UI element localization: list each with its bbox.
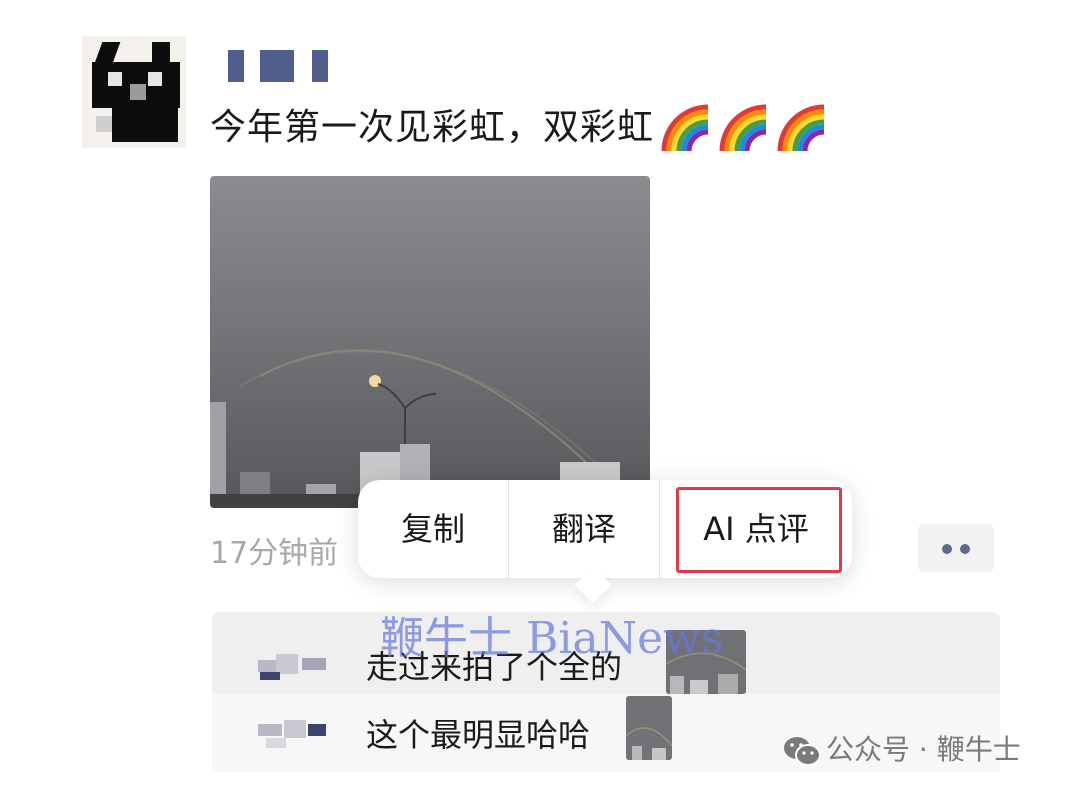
username[interactable] [228,50,328,82]
more-actions-button[interactable] [918,524,994,572]
rainbow-emoji-icon [776,103,828,155]
highlight-box [676,487,842,573]
commenter-avatar[interactable] [258,654,330,682]
post-photo[interactable] [210,176,650,508]
commenter-avatar[interactable] [258,720,330,748]
wechat-icon [784,737,821,766]
copy-menu-item[interactable]: 复制 [358,480,508,578]
dot-icon [960,544,970,554]
post-time: 17分钟前 [210,536,339,571]
rainbow-emoji-icon [718,103,770,155]
footer-source: 公众号 · 鞭牛士 [782,728,1021,768]
rainbow-emoji-icon [660,103,712,155]
post-text-content: 今年第一次见彩虹，双彩虹 [210,107,655,148]
comment-text: 这个最明显哈哈 [366,716,591,754]
user-avatar[interactable] [82,36,186,148]
watermark-text: 鞭牛士 BiaNews [380,613,724,664]
post-text: 今年第一次见彩虹，双彩虹 [210,96,828,160]
footer-text: 公众号 · 鞭牛士 [826,733,1021,766]
comment-image[interactable] [626,696,672,760]
context-menu: 复制 翻译 AI 点评 [358,480,852,604]
dot-icon [942,544,952,554]
translate-menu-item[interactable]: 翻译 [509,480,659,578]
